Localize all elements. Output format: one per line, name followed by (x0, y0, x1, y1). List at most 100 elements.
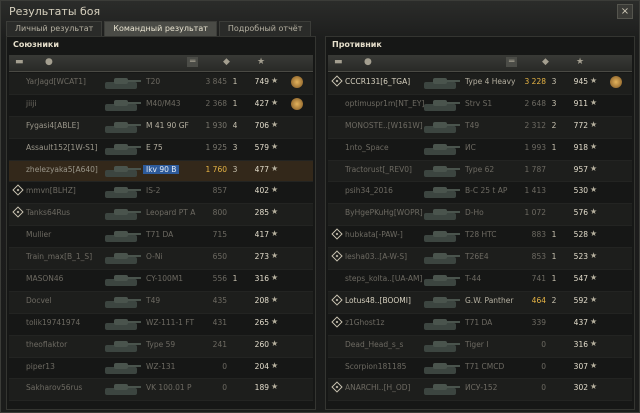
damage-value: 0 (541, 361, 546, 371)
xp-star-icon: ★ (590, 163, 598, 173)
player-icon[interactable]: ● (45, 57, 53, 67)
table-row[interactable]: theoflaktor Type 59 241 260 ★ (9, 335, 313, 358)
player-name[interactable]: ANARCHI..[H_OD] (345, 383, 411, 392)
table-row[interactable]: Scorpion181185 T71 CMCD 0 307 ★ (328, 358, 632, 380)
player-name[interactable]: ByHgePKuHg[WOPR] (345, 208, 423, 217)
tab-detailed-report[interactable]: Подробный отчёт (218, 21, 312, 36)
player-icon[interactable]: ● (364, 57, 372, 67)
tank-name: D-Ho (465, 208, 484, 218)
xp-star-icon: ★ (271, 141, 279, 151)
table-row[interactable]: z1Ghost1z T71 DA 339 437 ★ (328, 314, 632, 336)
xp-star-icon: ★ (271, 185, 279, 195)
table-row[interactable]: jiiji M40/M43 2 368 1 427 ★ (9, 95, 313, 117)
xp-star-icon: ★ (590, 76, 598, 85)
player-name[interactable]: MONOSTE..[W161W] (345, 121, 423, 130)
xp-value: 911 (573, 98, 588, 108)
player-name[interactable]: Scorpion181185 (345, 362, 406, 371)
player-name[interactable]: CCCR131[6_TGA] (345, 77, 410, 86)
table-row[interactable]: Train_max[B_1_S] O-Ni 650 273 ★ (9, 248, 313, 271)
player-name[interactable]: Mullier (26, 230, 51, 239)
player-name[interactable]: lesha03..[A-W-S] (345, 252, 407, 261)
damage-icon[interactable]: ═ (187, 57, 199, 67)
table-row[interactable]: zhelezyaka5[A640] Ikv 90 B 1 760 3 477 ★ (9, 160, 313, 183)
table-row[interactable]: ByHgePKuHg[WOPR] D-Ho 1 072 576 ★ (328, 204, 632, 227)
player-name[interactable]: tolik19741974 (26, 318, 80, 327)
close-button[interactable]: × (617, 4, 633, 19)
damage-value: 1 925 (205, 142, 227, 152)
xp-icon[interactable]: ★ (576, 57, 584, 67)
table-row[interactable]: YarJagd[WCAT1] T20 3 845 1 749 ★ (9, 73, 313, 95)
player-name[interactable]: psih34_2016 (345, 186, 393, 195)
player-name[interactable]: Assault152[1W-S1] (26, 143, 98, 152)
player-name[interactable]: mmvn[BLHZ] (26, 186, 76, 195)
player-name[interactable]: 1nto_Space (345, 143, 389, 152)
damage-icon[interactable]: ═ (506, 57, 518, 67)
player-name[interactable]: piper13 (26, 362, 55, 371)
tank-icon (422, 338, 460, 354)
tank-name: Tiger I (465, 339, 489, 349)
medal-icon[interactable] (291, 97, 303, 110)
table-row[interactable]: mmvn[BLHZ] IS-2 857 402 ★ (9, 182, 313, 205)
xp-star-icon: ★ (271, 382, 279, 392)
xp-icon[interactable]: ★ (257, 57, 265, 67)
player-name[interactable]: jiiji (26, 99, 36, 108)
table-row[interactable]: steps_kolta..[UA-AM] T-44 741 1 547 ★ (328, 270, 632, 292)
player-name[interactable]: Dead_Head_s_s (345, 340, 403, 349)
player-name[interactable]: Tractorust[_REV0] (345, 165, 412, 174)
table-row[interactable]: tolik19741974 WZ-111-1 FT 431 265 ★ (9, 314, 313, 336)
player-name[interactable]: theoflaktor (26, 340, 67, 349)
tab-team-result[interactable]: Командный результат (104, 21, 217, 36)
table-row[interactable]: piper13 WZ-131 0 204 ★ (9, 358, 313, 380)
tank-icon (103, 360, 141, 376)
player-name[interactable]: Train_max[B_1_S] (26, 252, 92, 261)
tank-name: T49 (146, 295, 161, 305)
table-row[interactable]: Mullier T71 DA 715 417 ★ (9, 226, 313, 249)
table-row[interactable]: Docvel T49 435 208 ★ (9, 291, 313, 314)
damage-value: 800 (212, 208, 227, 218)
kills-icon[interactable]: ◆ (223, 57, 230, 67)
player-name[interactable]: z1Ghost1z (345, 318, 384, 327)
squad-icon[interactable]: ▬ (15, 57, 24, 67)
table-row[interactable]: Lotus48..[BOOMI] G.W. Panther 464 2 592 ★ (328, 291, 632, 314)
table-row[interactable]: Assault152[1W-S1] E 75 1 925 3 579 ★ (9, 139, 313, 161)
table-row[interactable]: ANARCHI..[H_OD] ИСУ-152 0 302 ★ (328, 379, 632, 402)
table-row[interactable]: psih34_2016 B-C 25 t AP 1 413 530 ★ (328, 182, 632, 205)
table-row[interactable]: lesha03..[A-W-S] T26E4 853 1 523 ★ (328, 248, 632, 271)
tank-icon (103, 184, 141, 200)
table-row[interactable]: Fygasi4[ABLE] M 41 90 GF 1 930 4 706 ★ (9, 116, 313, 139)
xp-value: 945 (573, 77, 588, 86)
kills-value: 1 (551, 142, 557, 152)
table-row[interactable]: MONOSTE..[W161W] T49 2 312 2 772 ★ (328, 116, 632, 139)
tab-personal-result[interactable]: Личный результат (6, 21, 103, 36)
table-row[interactable]: Tractorust[_REV0] Type 62 1 787 957 ★ (328, 160, 632, 183)
player-name[interactable]: Sakharov56rus (26, 383, 82, 392)
tank-icon (422, 360, 460, 376)
table-row[interactable]: CCCR131[6_TGA] Type 4 Heavy 3 228 3 945 ★ (328, 73, 632, 95)
player-name[interactable]: hubkata[-PAW-] (345, 230, 403, 239)
player-name[interactable]: steps_kolta..[UA-AM] (345, 274, 422, 283)
table-row[interactable]: Sakharov56rus VK 100.01 P 0 189 ★ (9, 379, 313, 402)
medal-icon[interactable] (610, 76, 622, 88)
table-row[interactable]: Tanks64Rus Leopard PT A 800 285 ★ (9, 204, 313, 227)
allies-header: ▬ ● ═ ◆ ★ (9, 55, 313, 72)
table-row[interactable]: optimuspr1m[NT_EY] Strv S1 2 648 3 911 ★ (328, 95, 632, 117)
player-name[interactable]: Tanks64Rus (26, 208, 70, 217)
xp-value: 547 (573, 274, 588, 284)
player-name[interactable]: zhelezyaka5[A640] (26, 165, 98, 174)
table-row[interactable]: 1nto_Space ИС 1 993 1 918 ★ (328, 139, 632, 161)
player-name[interactable]: Docvel (26, 296, 52, 305)
squad-icon[interactable]: ▬ (334, 57, 343, 67)
kills-value: 1 (551, 252, 557, 262)
player-name[interactable]: optimuspr1m[NT_EY] (345, 99, 424, 108)
table-row[interactable]: hubkata[-PAW-] T28 HTC 883 1 528 ★ (328, 226, 632, 249)
player-name[interactable]: YarJagd[WCAT1] (26, 77, 86, 86)
table-row[interactable]: MASON46 CY-100M1 556 1 316 ★ (9, 270, 313, 292)
medal-icon[interactable] (291, 76, 303, 88)
player-name[interactable]: MASON46 (26, 274, 63, 283)
player-name[interactable]: Fygasi4[ABLE] (26, 121, 79, 130)
kills-icon[interactable]: ◆ (542, 57, 549, 67)
table-row[interactable]: Dead_Head_s_s Tiger I 0 316 ★ (328, 335, 632, 358)
player-name[interactable]: Lotus48..[BOOMI] (345, 296, 411, 305)
tank-icon (422, 141, 460, 157)
tank-name: CY-100M1 (146, 274, 184, 284)
